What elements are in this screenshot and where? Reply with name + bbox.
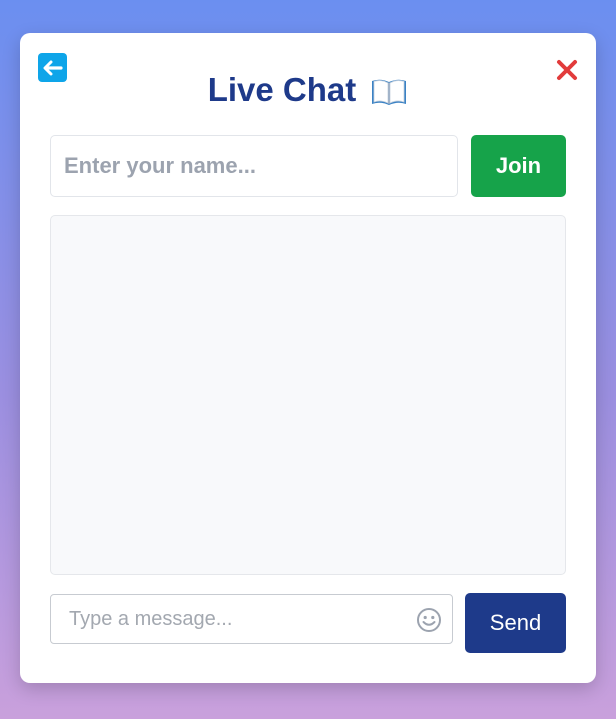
message-list[interactable] — [50, 215, 566, 575]
send-button[interactable]: Send — [465, 593, 566, 653]
name-input[interactable] — [50, 135, 458, 197]
message-composer — [50, 594, 453, 644]
page-title: Live Chat — [207, 71, 357, 108]
chat-window: Live Chat Join Send — [20, 33, 596, 683]
smiley-icon[interactable] — [416, 607, 442, 633]
header: Live Chat — [20, 69, 596, 111]
message-input[interactable] — [51, 595, 411, 643]
join-button[interactable]: Join — [471, 135, 566, 197]
open-book-icon — [370, 77, 408, 107]
